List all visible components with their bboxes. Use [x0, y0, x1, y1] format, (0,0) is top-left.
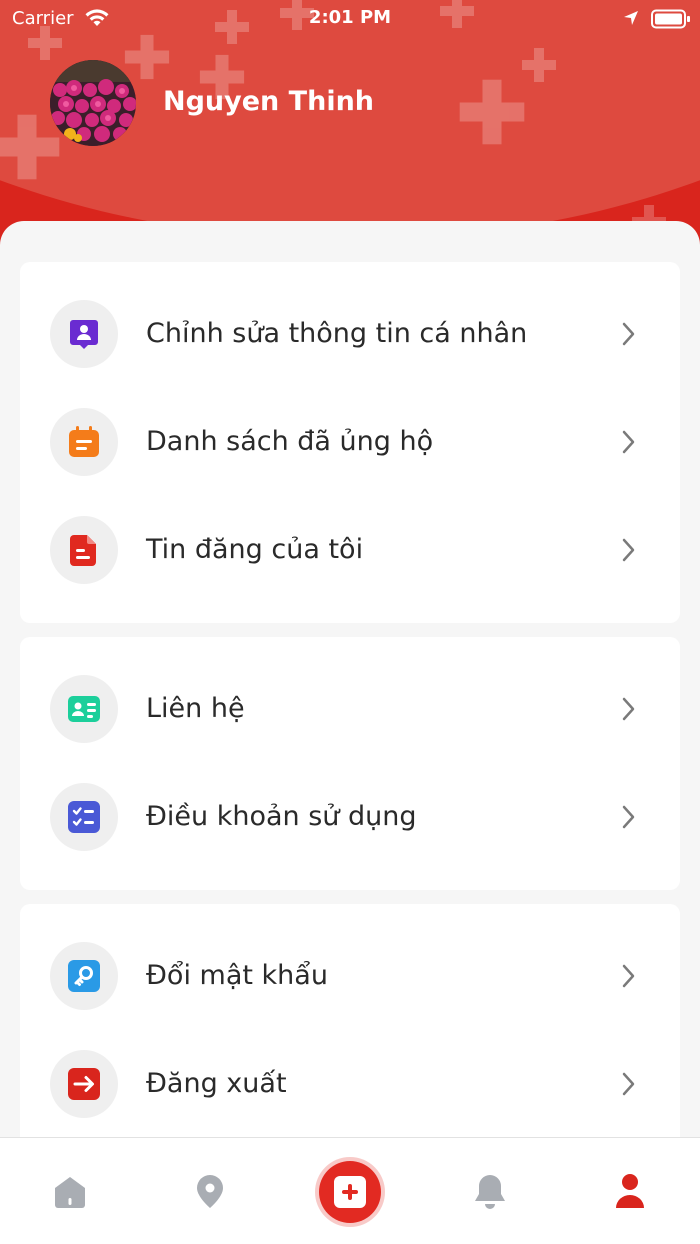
- menu-item-label: Đăng xuất: [146, 1068, 287, 1099]
- chevron-right-icon: [620, 695, 638, 727]
- chevron-right-icon: [620, 803, 638, 835]
- bottom-tab-bar: [0, 1137, 700, 1244]
- menu-item-logout[interactable]: Đăng xuất: [20, 1030, 680, 1138]
- add-post-icon: [334, 1176, 366, 1208]
- chevron-right-icon: [620, 536, 638, 568]
- home-icon: [55, 1177, 85, 1208]
- avatar[interactable]: [50, 60, 136, 146]
- menu-item-label: Đổi mật khẩu: [146, 960, 328, 991]
- user-profile-icon: [50, 300, 118, 368]
- checklist-icon: [50, 783, 118, 851]
- menu-item-label: Chỉnh sửa thông tin cá nhân: [146, 318, 528, 349]
- contact-card-icon: [50, 675, 118, 743]
- menu-item-terms[interactable]: Điều khoản sử dụng: [20, 763, 680, 871]
- status-bar: Carrier 2:01 PM: [0, 0, 700, 38]
- chevron-right-icon: [620, 1070, 638, 1102]
- location-arrow-icon: [622, 9, 640, 32]
- profile-name: Nguyen Thinh: [163, 86, 375, 117]
- menu-item-edit-profile[interactable]: Chỉnh sửa thông tin cá nhân: [20, 280, 680, 388]
- add-post-button[interactable]: [319, 1161, 381, 1223]
- menu-group-info: Liên hệ Điều khoản sử dụng: [20, 637, 680, 890]
- menu-item-label: Điều khoản sử dụng: [146, 801, 417, 832]
- menu-item-label: Danh sách đã ủng hộ: [146, 426, 434, 457]
- bell-icon: [475, 1175, 505, 1209]
- tab-notifications[interactable]: [450, 1138, 530, 1244]
- chevron-right-icon: [620, 320, 638, 352]
- menu-sheet: Chỉnh sửa thông tin cá nhân Danh sách đã…: [0, 221, 700, 1244]
- map-pin-icon: [197, 1175, 223, 1208]
- cross-decoration: [522, 48, 556, 82]
- profile-icon: [616, 1174, 644, 1208]
- cross-decoration: [124, 34, 170, 80]
- menu-group-account: Chỉnh sửa thông tin cá nhân Danh sách đã…: [20, 262, 680, 623]
- clock: 2:01 PM: [308, 7, 392, 28]
- tab-home[interactable]: [30, 1138, 110, 1244]
- menu-item-label: Tin đăng của tôi: [146, 534, 364, 565]
- menu-group-security: Đổi mật khẩu Đăng xuất: [20, 904, 680, 1164]
- menu-item-label: Liên hệ: [146, 693, 245, 724]
- menu-item-change-password[interactable]: Đổi mật khẩu: [20, 922, 680, 1030]
- calendar-list-icon: [50, 408, 118, 476]
- key-icon: [50, 942, 118, 1010]
- logout-icon: [50, 1050, 118, 1118]
- menu-item-my-posts[interactable]: Tin đăng của tôi: [20, 496, 680, 604]
- tab-map[interactable]: [170, 1138, 250, 1244]
- tab-profile[interactable]: [590, 1138, 670, 1244]
- chevron-right-icon: [620, 428, 638, 460]
- menu-item-contact[interactable]: Liên hệ: [20, 655, 680, 763]
- menu-item-donation-list[interactable]: Danh sách đã ủng hộ: [20, 388, 680, 496]
- cross-decoration: [0, 114, 60, 180]
- chevron-right-icon: [620, 962, 638, 994]
- cross-decoration: [459, 79, 525, 145]
- battery-icon: [651, 9, 691, 34]
- document-icon: [50, 516, 118, 584]
